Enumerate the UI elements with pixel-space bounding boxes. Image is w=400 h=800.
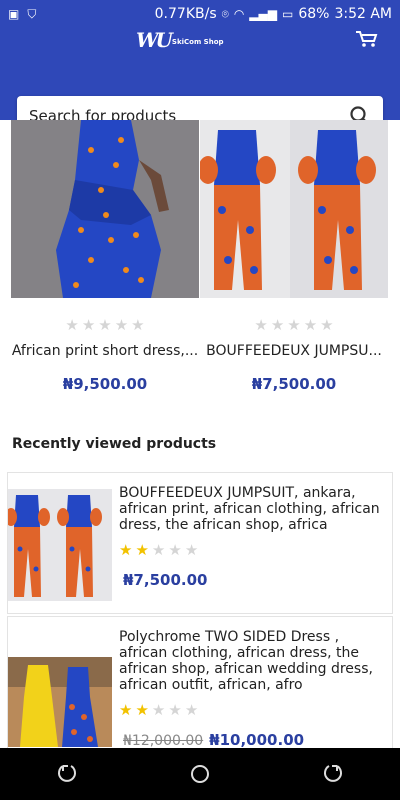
star-icon: ★: [270, 316, 285, 334]
star-icon: ★: [135, 701, 149, 719]
list-item[interactable]: Polychrome TWO SIDED Dress , african clo…: [7, 616, 393, 756]
recent-product-title[interactable]: Polychrome TWO SIDED Dress , african clo…: [119, 629, 388, 693]
app-header: WU SkiCom Shop Search for products: [0, 28, 400, 136]
star-icon: ★: [151, 701, 166, 719]
recent-apps-icon[interactable]: [55, 762, 79, 786]
star-icon: ★: [184, 541, 199, 559]
list-item[interactable]: BOUFFEEDEUX JUMPSUIT, ankara, african pr…: [7, 472, 393, 614]
clock: 3:52 AM: [334, 6, 392, 22]
battery-level: 68%: [298, 6, 330, 22]
star-icon: ★: [114, 316, 129, 334]
featured-products: ★ ★ ★ ★ ★ African print short dress,... …: [0, 120, 400, 418]
signal-icon: ▂▄▆: [249, 7, 277, 21]
notification-icon: ▣: [8, 7, 20, 21]
battery-icon: ▭: [281, 7, 294, 21]
product-card[interactable]: ★ ★ ★ ★ ★ BOUFFEEDEUX JUMPSU... ₦7,500.0…: [200, 120, 388, 393]
star-icon: ★: [119, 701, 133, 719]
home-icon[interactable]: [188, 762, 212, 786]
product-name[interactable]: BOUFFEEDEUX JUMPSU...: [200, 343, 388, 359]
star-icon: ★: [151, 541, 166, 559]
product-image[interactable]: [200, 120, 388, 298]
product-image[interactable]: [11, 120, 199, 298]
star-icon: ★: [254, 316, 268, 334]
product-thumbnail[interactable]: [8, 657, 112, 747]
shield-icon: ⛉: [27, 6, 37, 21]
logo-mark: WU: [136, 28, 173, 52]
star-icon: ★: [65, 316, 79, 334]
product-rating: ★ ★ ★ ★ ★: [119, 701, 388, 719]
star-icon: ★: [287, 316, 301, 334]
cart-icon[interactable]: [354, 30, 378, 48]
recent-product-price: ₦7,500.00: [123, 571, 208, 589]
star-icon: ★: [184, 701, 199, 719]
product-price: ₦9,500.00: [62, 375, 148, 393]
star-icon: ★: [168, 541, 182, 559]
product-name[interactable]: African print short dress,...: [11, 343, 199, 359]
app-logo[interactable]: WU SkiCom Shop: [136, 28, 224, 52]
wifi-icon: ◠: [233, 7, 245, 21]
recently-viewed-section: Recently viewed products BOUFFEEDEUX JUM…: [0, 418, 400, 756]
product-rating: ★ ★ ★ ★ ★: [200, 316, 388, 334]
star-icon: ★: [135, 541, 149, 559]
star-icon: ★: [131, 316, 145, 334]
star-icon: ★: [119, 541, 133, 559]
star-icon: ★: [81, 316, 96, 334]
product-thumbnail[interactable]: [8, 489, 112, 601]
product-card[interactable]: ★ ★ ★ ★ ★ African print short dress,... …: [11, 120, 199, 393]
status-bar: ▣ ⛉ 0.77KB/s ⌾ ◠ ▂▄▆ ▭ 68% 3:52 AM: [0, 0, 400, 28]
product-rating: ★ ★ ★ ★ ★: [11, 316, 199, 334]
star-icon: ★: [303, 316, 318, 334]
logo-text: SkiCom Shop: [171, 38, 224, 46]
recent-product-price: ₦10,000.00: [209, 731, 305, 749]
network-speed: 0.77KB/s: [154, 6, 217, 22]
recent-product-old-price: ₦12,000.00: [123, 733, 204, 749]
product-rating: ★ ★ ★ ★ ★: [119, 541, 388, 559]
star-icon: ★: [168, 701, 182, 719]
system-nav-bar: [0, 748, 400, 800]
star-icon: ★: [98, 316, 112, 334]
back-icon[interactable]: [321, 762, 345, 786]
location-icon: ⌾: [221, 6, 229, 21]
recent-product-title[interactable]: BOUFFEEDEUX JUMPSUIT, ankara, african pr…: [119, 485, 388, 533]
product-price: ₦7,500.00: [251, 375, 337, 393]
section-title: Recently viewed products: [12, 436, 217, 452]
star-icon: ★: [320, 316, 334, 334]
